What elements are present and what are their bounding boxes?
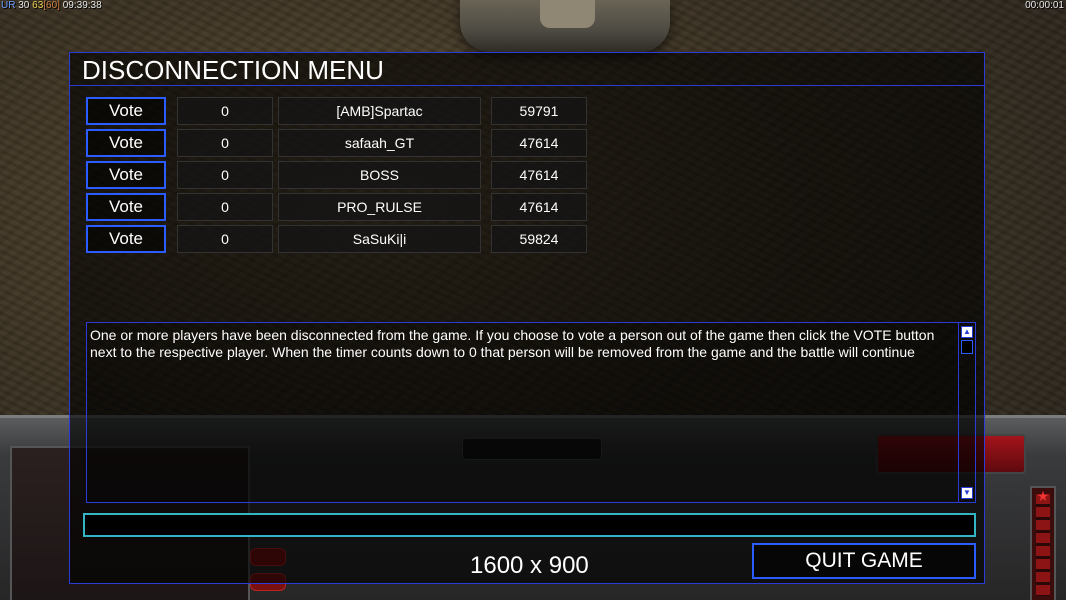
vote-count: 0 bbox=[177, 129, 273, 157]
scroll-thumb[interactable] bbox=[961, 340, 973, 354]
vote-button[interactable]: Vote bbox=[86, 225, 166, 253]
player-row: Vote 0 PRO_RULSE 47614 bbox=[86, 193, 587, 221]
fps-clock-overlay: UR 30 63[60] 09:39:38 bbox=[1, 0, 102, 11]
player-ping: 47614 bbox=[491, 193, 587, 221]
vote-button[interactable]: Vote bbox=[86, 129, 166, 157]
vote-count: 0 bbox=[177, 193, 273, 221]
game-timer: 00:00:01 bbox=[1025, 0, 1064, 11]
player-row: Vote 0 BOSS 47614 bbox=[86, 161, 587, 189]
player-row: Vote 0 [AMB]Spartac 59791 bbox=[86, 97, 587, 125]
ur-label: UR bbox=[1, 0, 16, 11]
player-name: PRO_RULSE bbox=[278, 193, 481, 221]
vote-button[interactable]: Vote bbox=[86, 97, 166, 125]
quit-game-button[interactable]: QUIT GAME bbox=[752, 543, 976, 579]
vote-button[interactable]: Vote bbox=[86, 193, 166, 221]
fps-value-1: 30 bbox=[18, 0, 30, 11]
vote-button[interactable]: Vote bbox=[86, 161, 166, 189]
vote-count: 0 bbox=[177, 97, 273, 125]
scroll-up-arrow-icon[interactable]: ▲ bbox=[961, 326, 973, 338]
player-row: Vote 0 safaah_GT 47614 bbox=[86, 129, 587, 157]
player-ping: 59791 bbox=[491, 97, 587, 125]
vote-count: 0 bbox=[177, 225, 273, 253]
clock-time: 09:39:38 bbox=[62, 0, 102, 11]
resolution-label: 1600 x 900 bbox=[470, 552, 589, 579]
player-ping: 47614 bbox=[491, 161, 587, 189]
chat-input[interactable] bbox=[83, 513, 976, 537]
building-structure bbox=[460, 0, 670, 52]
player-name: BOSS bbox=[278, 161, 481, 189]
player-ping: 59824 bbox=[491, 225, 587, 253]
message-scrollbar[interactable]: ▲ ▼ bbox=[958, 323, 975, 502]
player-ping: 47614 bbox=[491, 129, 587, 157]
vote-count: 0 bbox=[177, 161, 273, 189]
scroll-down-arrow-icon[interactable]: ▼ bbox=[961, 487, 973, 499]
star-icon: ★ bbox=[1036, 488, 1050, 504]
fps-value-3: [60] bbox=[43, 0, 60, 11]
disconnect-message: One or more players have been disconnect… bbox=[90, 327, 935, 360]
player-name: safaah_GT bbox=[278, 129, 481, 157]
fps-value-2: 63 bbox=[32, 0, 44, 11]
player-row: Vote 0 SaSuKi|i 59824 bbox=[86, 225, 587, 253]
disconnection-dialog: DISCONNECTION MENU Vote 0 [AMB]Spartac 5… bbox=[69, 52, 985, 584]
dialog-title: DISCONNECTION MENU bbox=[82, 55, 384, 85]
player-name: [AMB]Spartac bbox=[278, 97, 481, 125]
message-box: One or more players have been disconnect… bbox=[86, 322, 976, 503]
title-divider bbox=[70, 85, 984, 86]
player-name: SaSuKi|i bbox=[278, 225, 481, 253]
